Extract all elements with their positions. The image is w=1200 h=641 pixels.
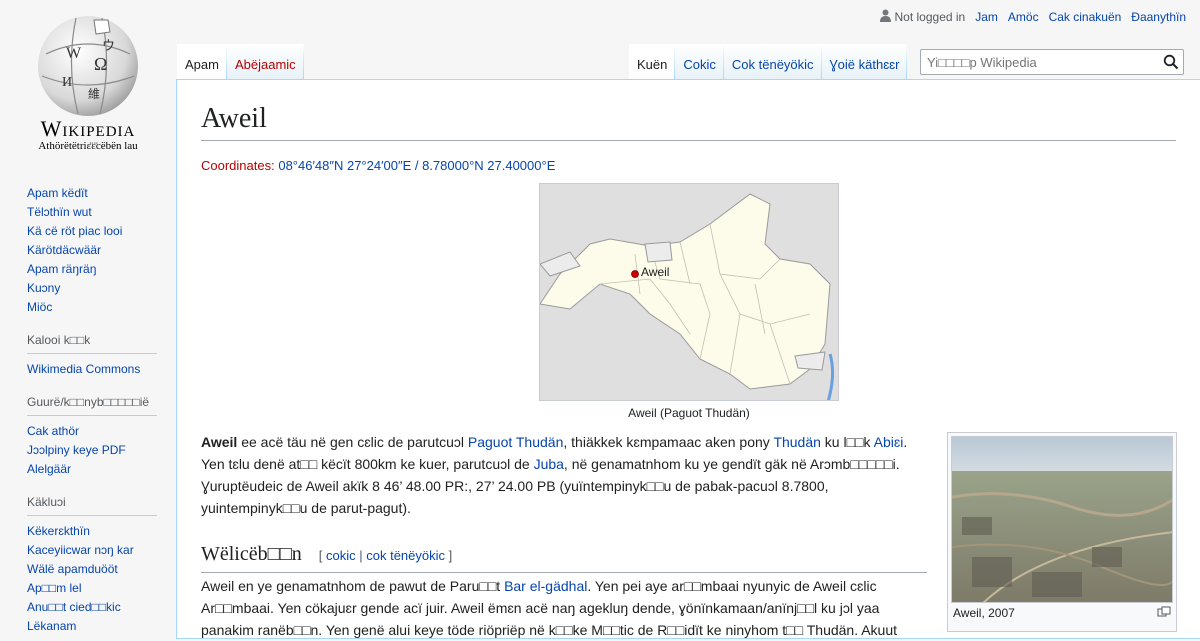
- text: , thiäkkek kɛmpamaac aken pony: [563, 434, 774, 450]
- text: ku l□□k: [820, 434, 874, 450]
- sidebar-item[interactable]: Apam këdït: [27, 186, 88, 200]
- search-icon[interactable]: [1163, 54, 1179, 70]
- sidebar-item[interactable]: Anu□□t cied□□kic: [27, 600, 121, 614]
- map-label: Aweil: [641, 265, 669, 279]
- aweil-marker[interactable]: [631, 270, 639, 278]
- intro-paragraph: Aweil ee acë täu në gen cɛlic de parutcu…: [201, 431, 921, 519]
- thumb-caption-text: Aweil, 2007: [953, 606, 1015, 620]
- namespace-tabs: Apam Abëjaamic: [177, 44, 304, 80]
- user-icon: [879, 9, 891, 25]
- sidebar-item[interactable]: Apam räŋräŋ: [27, 262, 96, 276]
- map-caption: Aweil (Paguot Thudän): [628, 406, 750, 420]
- coordinates-label: Coordinates: [201, 158, 272, 173]
- personal-tools: Not logged in Jam Amöc Cak cinakuën Ɖaanyth…: [879, 9, 1186, 25]
- link-abiei[interactable]: Abiɛi: [874, 434, 904, 450]
- sidebar-item[interactable]: Kuɔny: [27, 281, 60, 295]
- not-logged-in-label: Not logged in: [894, 10, 966, 24]
- wikipedia-logo[interactable]: W Ω И 維 ウ Wikipedia Athörëtëtriɛ̈ɛ̈cëbën…: [0, 0, 176, 160]
- personal-link[interactable]: Cak cinakuën: [1049, 10, 1122, 24]
- svg-text:維: 維: [88, 87, 100, 101]
- search-box: [920, 49, 1184, 75]
- wikipedia-wordmark: Wikipedia: [40, 116, 136, 141]
- sidebar-heading: Käkluɔi: [27, 495, 157, 516]
- thumbnail-figure: Aweil, 2007: [947, 432, 1177, 632]
- thumbnail-caption: Aweil, 2007: [951, 606, 1173, 620]
- svg-text:W: W: [66, 45, 82, 62]
- coordinates-link[interactable]: 08°46′48″N 27°24′00″E / 8.78000°N 27.400…: [278, 158, 555, 173]
- location-map[interactable]: Aweil: [539, 183, 839, 401]
- personal-link[interactable]: Ɖaanythïn: [1131, 10, 1186, 24]
- sidebar-item[interactable]: Miöc: [27, 300, 52, 314]
- edit-section-link[interactable]: cokic: [326, 548, 356, 563]
- history-paragraph: Aweil en ye genamatnhom de pawut de Paru…: [201, 575, 921, 641]
- sidebar-item[interactable]: Këkerɛkthïn: [27, 524, 90, 538]
- sidebar-item[interactable]: Kaceyiicwar nɔŋ kar: [27, 543, 134, 557]
- tab-oi-k-th-r[interactable]: Ɣoië käthɛɛr: [822, 44, 908, 80]
- view-tabs: Kuën Cokic Cok tënëyökic Ɣoië käthɛɛr: [629, 44, 907, 80]
- text: ee acë täu në gen cɛlic de parutcuɔl: [237, 434, 468, 450]
- tab-ku-n[interactable]: Kuën: [629, 44, 676, 80]
- svg-text:И: И: [62, 75, 72, 90]
- search-input[interactable]: [921, 50, 1157, 74]
- sidebar-item[interactable]: Ap□□m lel: [27, 581, 82, 595]
- link-juba[interactable]: Juba: [534, 456, 564, 472]
- enlarge-icon[interactable]: [1157, 606, 1171, 618]
- text: Aweil en ye genamatnhom de pawut de Paru…: [201, 578, 505, 594]
- link-paguot-thudan[interactable]: Paguot Thudän: [468, 434, 564, 450]
- sidebar-portal: Kalooi k□□k Wikimedia Commons: [0, 333, 176, 379]
- wikipedia-tagline: Athörëtëtriɛ̈ɛ̈cëbën lau: [38, 140, 138, 152]
- south-sudan-map: Aweil: [540, 184, 838, 400]
- bold-term: Aweil: [201, 434, 238, 450]
- article-content: Aweil Coordinates: 08°46′48″N 27°24′00″E…: [176, 79, 1200, 639]
- tab-ab-jaamic[interactable]: Abëjaamic: [227, 44, 304, 80]
- svg-text:Ω: Ω: [94, 54, 107, 74]
- sidebar-item[interactable]: Lëkanam: [27, 619, 76, 633]
- section-heading: Wëlicëb□□n [ cokic | cok tënëyökic ]: [201, 540, 927, 573]
- sidebar-item[interactable]: Wälë apamduööt: [27, 562, 118, 576]
- link-thudan[interactable]: Thudän: [773, 434, 820, 450]
- puzzle-globe-icon: W Ω И 維 ウ: [38, 16, 138, 116]
- sidebar-portal: Guurë/k□□nyb□□□□□ië Cak athör Jɔɔlpiny key…: [0, 395, 176, 479]
- sidebar-navigation: Apam këdït Tëlɔthïn wut Kä cë röt piac loo…: [0, 184, 176, 317]
- edit-source-section-link[interactable]: cok tënëyökic: [366, 548, 445, 563]
- sidebar-item[interactable]: Kä cë röt piac looi: [27, 224, 122, 238]
- sidebar: Apam këdït Tëlɔthïn wut Kä cë röt piac loo…: [0, 180, 176, 636]
- sidebar-item[interactable]: Wikimedia Commons: [27, 362, 140, 376]
- sidebar-heading: Guurë/k□□nyb□□□□□ië: [27, 395, 157, 416]
- sidebar-item[interactable]: Kärötdäcwäär: [27, 243, 101, 257]
- tab-cokic[interactable]: Cokic: [675, 44, 724, 80]
- page-title: Aweil: [201, 100, 1176, 141]
- sidebar-item[interactable]: Jɔɔlpiny keye PDF: [27, 443, 126, 457]
- section-title: Wëlicëb□□n: [201, 543, 302, 565]
- tab-cok-t-n-y-kic[interactable]: Cok tënëyökic: [724, 44, 822, 80]
- aweil-aerial-photo[interactable]: [951, 436, 1173, 603]
- sidebar-portal: Käkluɔi Këkerɛkthïn Kaceyiicwar nɔŋ kar Wäl…: [0, 495, 176, 636]
- personal-link[interactable]: Amöc: [1008, 10, 1039, 24]
- svg-text:ウ: ウ: [102, 38, 115, 53]
- sidebar-item[interactable]: Alelgäär: [27, 462, 71, 476]
- personal-link[interactable]: Jam: [975, 10, 998, 24]
- edit-section-links: [ cokic | cok tënëyökic ]: [318, 548, 453, 563]
- sidebar-item[interactable]: Tëlɔthïn wut: [27, 205, 92, 219]
- link-bar-el-gadhal[interactable]: Bar el-gädhal: [504, 578, 587, 594]
- coordinates: Coordinates: 08°46′48″N 27°24′00″E / 8.7…: [201, 158, 556, 173]
- tab-apam[interactable]: Apam: [177, 44, 227, 80]
- sidebar-heading: Kalooi k□□k: [27, 333, 157, 354]
- sidebar-item[interactable]: Cak athör: [27, 424, 79, 438]
